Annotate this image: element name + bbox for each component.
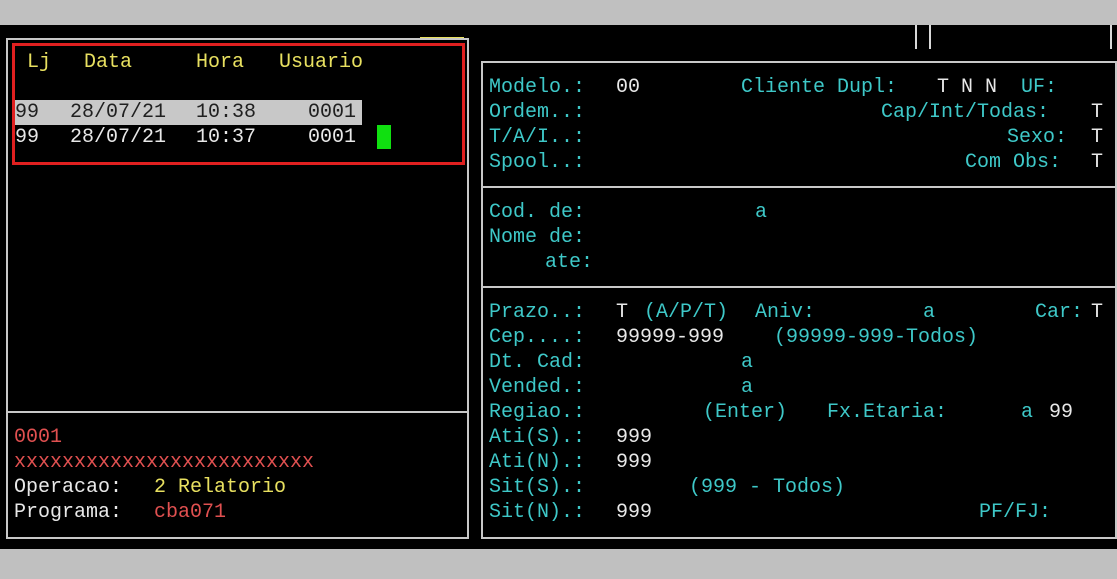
regiao-hint: (Enter) [703,401,788,424]
sexo-field[interactable]: T [1091,125,1103,150]
cep-hint: (99999-999-Todos) [774,326,979,349]
spool-label: Spool..: [489,151,586,174]
history-cell-usuario: 0001 [308,126,357,149]
aniv-ate-separator: a [923,301,936,324]
history-cell-data: 28/07/21 [70,101,167,124]
history-header-hora: Hora [196,51,245,74]
pf-fj-label: PF/FJ: [979,501,1052,524]
ati-n-field[interactable]: 999 [616,450,652,475]
cod-de-label: Cod. de: [489,201,586,224]
car-field[interactable]: T [1091,300,1103,325]
cod-ate-separator: a [755,201,768,224]
cap-int-label: Cap/Int/Todas: [881,101,1050,124]
history-cell-hora: 10:37 [196,126,257,149]
status-programa-value: cba071 [154,501,227,524]
history-header-usuario: Usuario [279,51,364,74]
aniv-label: Aniv: [755,301,816,324]
right-panel-divider-2 [481,286,1117,288]
history-cell-usuario: 0001 [308,101,357,124]
ati-n-label: Ati(N).: [489,451,586,474]
right-panel-divider-1 [481,186,1117,188]
prazo-hint: (A/P/T) [644,301,729,324]
car-label: Car: [1035,301,1084,324]
top-right-edge [1110,25,1112,49]
history-header-data: Data [84,51,133,74]
prazo-label: Prazo..: [489,301,586,324]
cap-int-field[interactable]: T [1091,100,1103,125]
modelo-label: Modelo.: [489,76,586,99]
left-panel-divider [6,411,469,413]
sexo-label: Sexo: [1007,126,1068,149]
tai-label: T/A/I..: [489,126,586,149]
ati-s-label: Ati(S).: [489,426,586,449]
ati-s-field[interactable]: 999 [616,425,652,450]
modelo-field[interactable]: 00 [616,75,640,100]
vended-label: Vended.: [489,376,586,399]
cliente-dupl-label: Cliente Dupl: [741,76,898,99]
ordem-label: Ordem..: [489,101,586,124]
com-obs-field[interactable]: T [1091,150,1103,175]
top-separator-left [915,25,917,49]
regiao-label: Regiao.: [489,401,586,424]
status-user-code: 0001 [14,426,63,449]
vended-ate-separator: a [741,376,754,399]
history-header-lj: Lj [27,51,52,74]
history-cell-hora: 10:38 [196,101,257,124]
nome-ate-label: ate: [545,251,594,274]
status-programa-label: Programa: [14,501,123,524]
nome-de-label: Nome de: [489,226,586,249]
prazo-field[interactable]: T [616,300,628,325]
status-user-name: xxxxxxxxxxxxxxxxxxxxxxxxx [14,451,315,474]
fx-etaria-label: Fx.Etaria: [827,401,948,424]
cep-field[interactable]: 99999-999 [616,325,724,350]
history-cell-lj: 99 [15,101,40,124]
cliente-dupl-field[interactable]: T N N [937,75,997,100]
com-obs-label: Com Obs: [965,151,1062,174]
history-cell-data: 28/07/21 [70,126,167,149]
top-separator-right [929,25,931,49]
sit-s-label: Sit(S).: [489,476,586,499]
sit-n-field[interactable]: 999 [616,500,652,525]
fx-etaria-field[interactable]: 99 [1049,400,1073,425]
dt-cad-label: Dt. Cad: [489,351,586,374]
text-cursor [377,125,391,149]
uf-label: UF: [1021,76,1058,99]
sit-n-label: Sit(N).: [489,501,586,524]
status-operacao-value: 2 Relatorio [154,476,287,499]
history-cell-lj: 99 [15,126,40,149]
dt-cad-ate-separator: a [741,351,754,374]
fx-etaria-ate-separator: a [1021,401,1034,424]
cep-label: Cep....: [489,326,586,349]
sit-s-hint: (999 - Todos) [689,476,846,499]
status-operacao-label: Operacao: [14,476,123,499]
